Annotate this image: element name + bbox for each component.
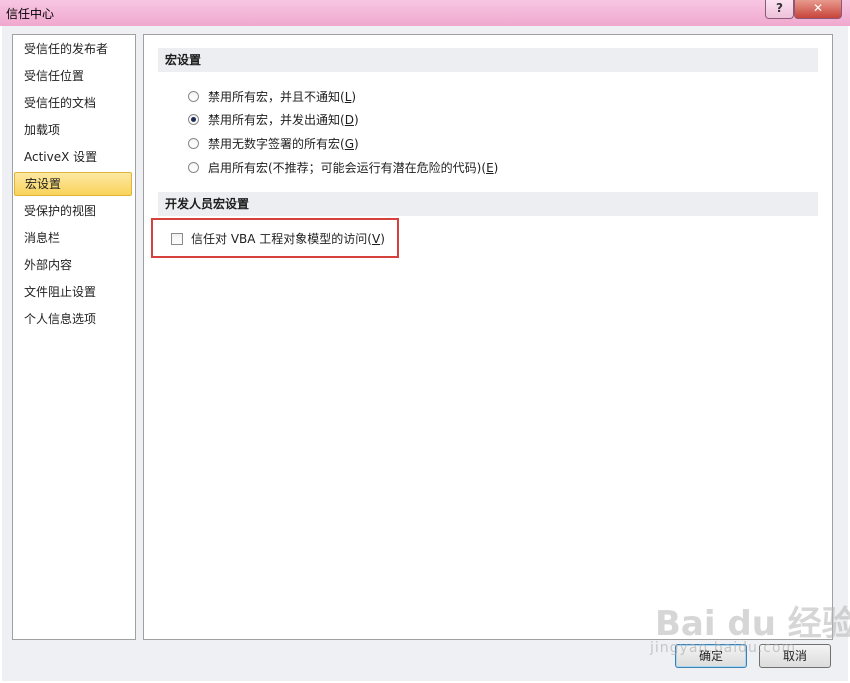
radio-label: 禁用所有宏，并发出通知(D) xyxy=(208,113,359,127)
radio-button-selected[interactable] xyxy=(188,114,199,125)
nav-item-trusted-publishers[interactable]: 受信任的发布者 xyxy=(14,37,132,61)
nav-item-activex-settings[interactable]: ActiveX 设置 xyxy=(14,145,132,169)
nav-item-privacy-options[interactable]: 个人信息选项 xyxy=(14,307,132,331)
ok-button[interactable]: 确定 xyxy=(675,644,747,668)
developer-settings-header: 开发人员宏设置 xyxy=(158,192,818,216)
macro-settings-header: 宏设置 xyxy=(158,48,818,72)
title-bar: 信任中心 ? ✕ xyxy=(0,0,850,26)
nav-item-macro-settings[interactable]: 宏设置 xyxy=(14,172,132,196)
close-button[interactable]: ✕ xyxy=(794,0,842,19)
nav-item-protected-view[interactable]: 受保护的视图 xyxy=(14,199,132,223)
nav-item-file-block-settings[interactable]: 文件阻止设置 xyxy=(14,280,132,304)
cancel-button[interactable]: 取消 xyxy=(759,644,831,668)
radio-button[interactable] xyxy=(188,91,199,102)
help-button[interactable]: ? xyxy=(765,0,794,19)
radio-label: 禁用无数字签署的所有宏(G) xyxy=(208,137,359,151)
nav-item-trusted-documents[interactable]: 受信任的文档 xyxy=(14,91,132,115)
radio-label: 禁用所有宏，并且不通知(L) xyxy=(208,90,357,104)
checkbox-label: 信任对 VBA 工程对象模型的访问(V) xyxy=(191,232,385,246)
radio-button[interactable] xyxy=(188,162,199,173)
nav-item-message-bar[interactable]: 消息栏 xyxy=(14,226,132,250)
radio-label: 启用所有宏(不推荐；可能会运行有潜在危险的代码)(E) xyxy=(208,161,499,175)
nav-item-add-ins[interactable]: 加载项 xyxy=(14,118,132,142)
nav-item-external-content[interactable]: 外部内容 xyxy=(14,253,132,277)
settings-panel: 宏设置 禁用所有宏，并且不通知(L) 禁用所有宏，并发出通知(D) 禁用无数字签… xyxy=(143,34,833,640)
category-list: 受信任的发布者 受信任位置 受信任的文档 加载项 ActiveX 设置 宏设置 … xyxy=(12,34,136,640)
radio-button[interactable] xyxy=(188,138,199,149)
trust-vba-checkbox[interactable] xyxy=(171,233,183,245)
nav-item-trusted-locations[interactable]: 受信任位置 xyxy=(14,64,132,88)
window-title: 信任中心 xyxy=(6,7,55,21)
